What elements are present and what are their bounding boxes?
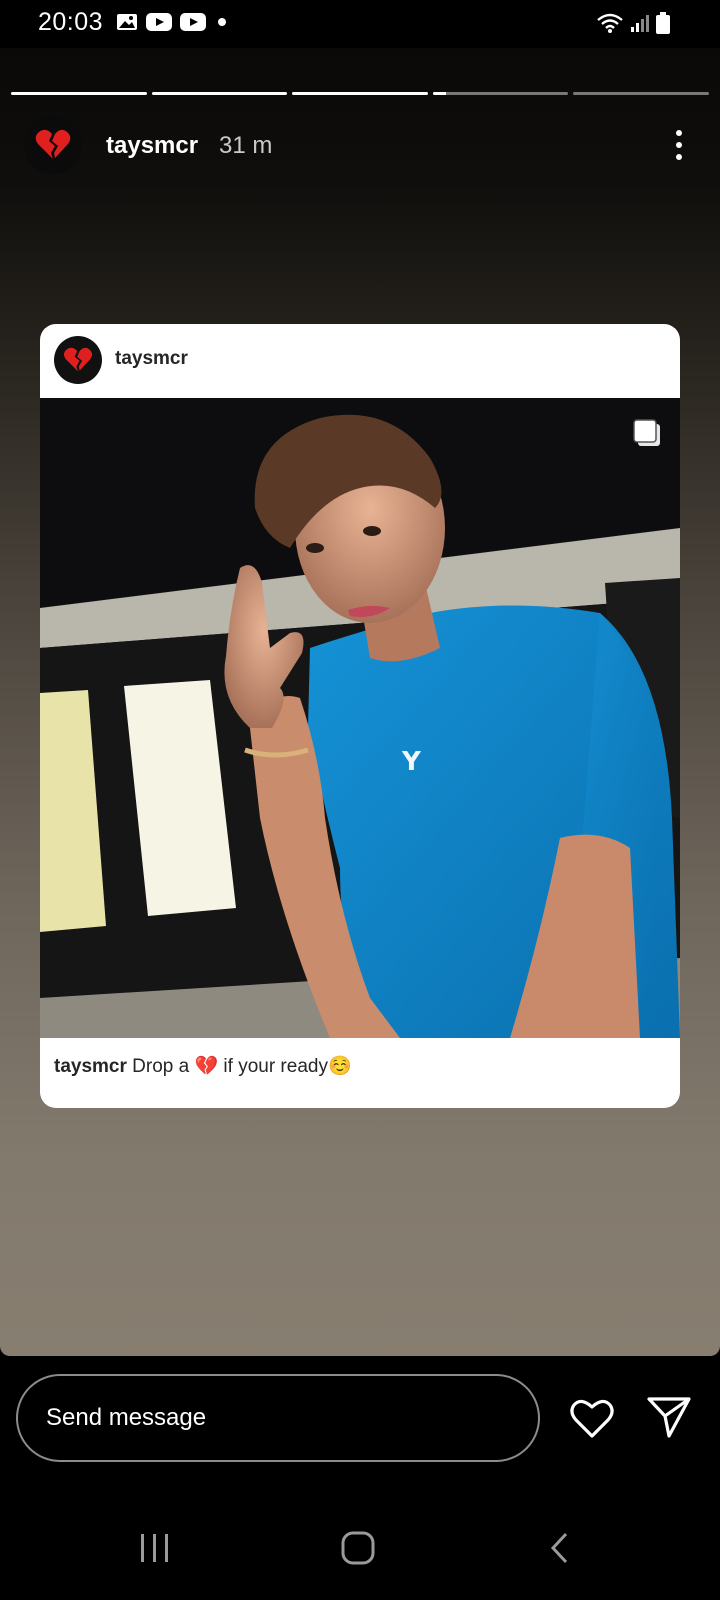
progress-fill: [151, 92, 288, 95]
like-heart-icon[interactable]: [568, 1394, 616, 1442]
system-navigation-bar: [0, 1498, 720, 1600]
post-caption: taysmcr Drop a 💔 if your ready☺️: [54, 1054, 352, 1078]
gallery-icon: [117, 14, 137, 30]
signal-icon: [631, 15, 649, 32]
story-progress-segment: [292, 92, 428, 95]
story-progress-segment: [151, 92, 288, 95]
send-icon[interactable]: [646, 1394, 692, 1440]
back-icon[interactable]: [548, 1530, 570, 1566]
status-left-icons: [116, 13, 230, 31]
post-username: taysmcr: [115, 348, 188, 369]
youtube-icon: [180, 13, 206, 31]
progress-fill: [11, 92, 147, 95]
shirt-logo: Y: [401, 747, 422, 777]
story-header: taysmcr 31 m: [24, 116, 694, 176]
status-right-icons: [596, 12, 670, 34]
story-avatar[interactable]: [24, 116, 82, 174]
wifi-icon: [597, 13, 623, 33]
post-header: taysmcr: [40, 324, 680, 398]
story-progress-segment: [573, 92, 709, 95]
progress-fill: [292, 92, 428, 95]
story-time-ago: 31 m: [219, 132, 273, 159]
battery-icon: [656, 12, 670, 34]
multiple-photos-icon: [633, 419, 660, 446]
post-photo[interactable]: Y: [40, 398, 680, 1038]
progress-fill: [432, 92, 447, 95]
more-icon-dot: [676, 130, 682, 136]
story-progress-segment: [11, 92, 147, 95]
caption-text: Drop a 💔 if your ready☺️: [132, 1056, 352, 1077]
caption-username: taysmcr: [54, 1056, 127, 1077]
broken-heart-icon: [35, 129, 71, 159]
more-icon-dot: [676, 142, 682, 148]
status-time: 20:03: [38, 8, 104, 36]
youtube-icon: [146, 13, 172, 31]
recent-apps-icon[interactable]: [138, 1532, 172, 1564]
story-view[interactable]: taysmcr 31 m taysmcr Y taysmcr Drop a 💔 …: [0, 48, 720, 1356]
status-bar: 20:03: [0, 0, 720, 48]
shared-post-card[interactable]: taysmcr Y taysmcr Drop a 💔 if your ready…: [40, 324, 680, 1108]
home-icon[interactable]: [340, 1530, 376, 1566]
notification-dot-icon: [218, 18, 226, 26]
story-progress-bar: [11, 92, 709, 96]
more-options-button[interactable]: [664, 122, 694, 168]
post-avatar: [54, 336, 102, 384]
send-message-input[interactable]: [16, 1374, 540, 1462]
post-photo-illustration: Y: [40, 398, 680, 1038]
more-icon-dot: [676, 154, 682, 160]
broken-heart-icon: [63, 347, 93, 372]
story-progress-segment: [432, 92, 569, 95]
story-username[interactable]: taysmcr: [106, 132, 198, 160]
